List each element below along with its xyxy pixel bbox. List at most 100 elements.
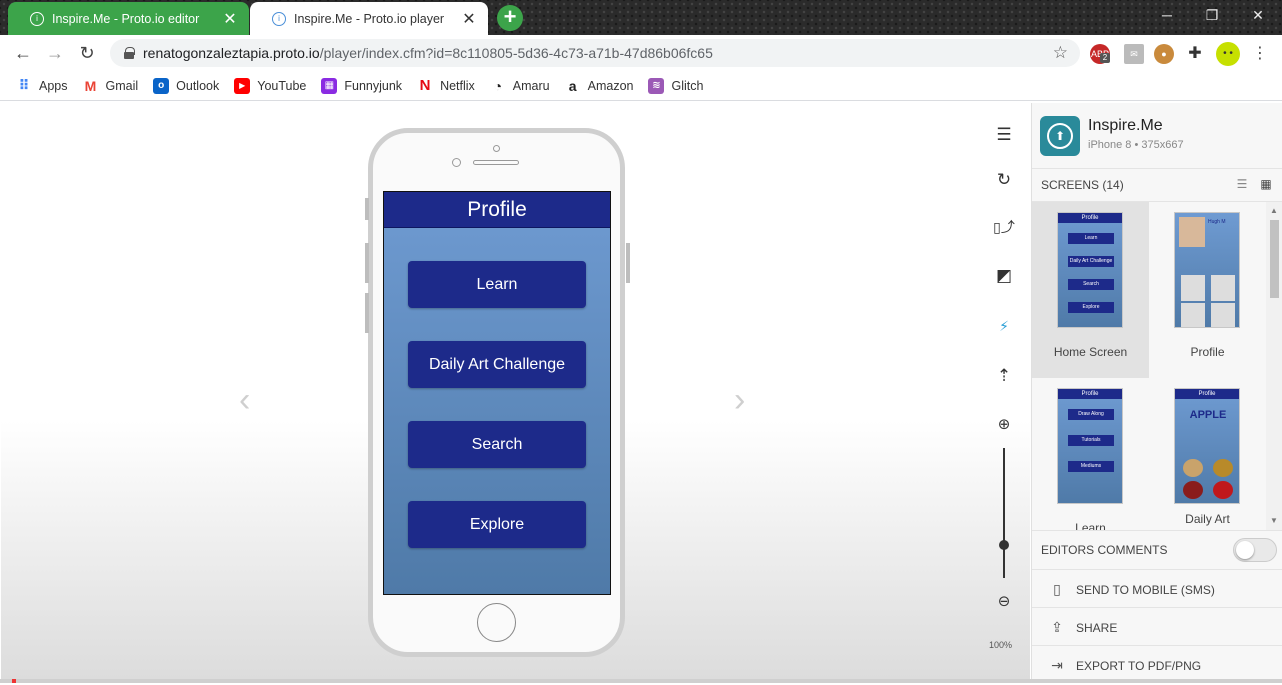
youtube-icon: ▶ [234, 77, 251, 94]
amazon-icon: a [568, 77, 577, 94]
editors-comments-toggle[interactable] [1233, 538, 1277, 562]
forward-arrow-icon[interactable]: → [43, 42, 67, 64]
bookmark-apps[interactable]: ⠿ Apps [16, 77, 68, 94]
screen-thumb-home[interactable]: Profile Learn Daily Art Challenge Search… [1032, 202, 1149, 378]
mini-button: Tutorials [1068, 435, 1114, 446]
mail-extension-icon[interactable]: ✉ [1124, 44, 1144, 64]
prototype-stage: ‹ › Profile Learn Daily Art Challenge Se… [1, 103, 1030, 680]
screens-count-label: SCREENS (14) [1041, 178, 1124, 192]
zoom-in-icon[interactable]: ⊕ [991, 412, 1017, 438]
tab-label: Inspire.Me - Proto.io player [294, 11, 445, 26]
new-tab-button[interactable]: + [497, 5, 523, 31]
screen-thumb-daily-art[interactable]: Profile APPLE Daily Art [1149, 378, 1266, 530]
learn-button[interactable]: Learn [408, 261, 586, 308]
profile-photo-thumb [1179, 217, 1205, 247]
bookmark-amaru[interactable]: ◔ Amaru [490, 78, 550, 94]
mini-button: Draw Along [1068, 409, 1114, 420]
bookmark-label: Outlook [176, 78, 220, 93]
screen-thumb-learn[interactable]: Profile Draw Along Tutorials Mediums Lea… [1032, 378, 1149, 530]
scroll-down-arrow-icon[interactable]: ▼ [1270, 516, 1278, 525]
cookie-extension-icon[interactable]: ● [1154, 44, 1174, 64]
hotspots-toggle-icon[interactable]: ⚡ [991, 313, 1017, 339]
rotate-device-icon[interactable]: ▯⤴ [991, 214, 1017, 240]
zoom-level-label: 100% [989, 640, 1013, 650]
bookmark-outlook[interactable]: o Outlook [153, 77, 220, 94]
phone-volume-up [365, 243, 369, 283]
tab-editor[interactable]: i Inspire.Me - Proto.io editor ✕ [8, 2, 249, 35]
daily-art-challenge-button[interactable]: Daily Art Challenge [408, 341, 586, 388]
next-screen-arrow-icon[interactable]: › [734, 381, 745, 420]
screens-grid: Profile Learn Daily Art Challenge Search… [1032, 202, 1266, 530]
screen-preview: Profile APPLE [1174, 388, 1240, 504]
protoio-favicon-icon: i [272, 11, 286, 26]
search-button[interactable]: Search [408, 421, 586, 468]
scrollbar-thumb[interactable] [1270, 220, 1279, 298]
url-domain: renatogonzaleztapia.proto.io [143, 45, 320, 61]
video-progress-bar [0, 679, 1282, 683]
zoom-out-icon[interactable]: ⊖ [991, 589, 1017, 615]
export-button[interactable]: ⇥ EXPORT TO PDF/PNG [1032, 645, 1282, 683]
adblock-extension-icon[interactable]: ABP2 [1090, 44, 1110, 64]
previous-screen-arrow-icon[interactable]: ‹ [239, 381, 250, 420]
bookmark-label: Apps [39, 78, 68, 93]
bookmark-youtube[interactable]: ▶ YouTube [234, 77, 306, 94]
mini-button: Search [1068, 279, 1114, 290]
phone-speaker [473, 160, 519, 165]
gmail-icon: M [84, 77, 97, 94]
close-tab-icon[interactable]: ✕ [460, 9, 478, 29]
screens-scrollbar[interactable]: ▲ ▼ [1266, 202, 1282, 530]
list-view-icon[interactable]: ☰ [1236, 178, 1248, 190]
apple-sketch-thumb [1183, 481, 1203, 499]
screen-title: Profile [384, 192, 610, 228]
close-tab-icon[interactable]: ✕ [221, 9, 239, 29]
menu-hamburger-icon[interactable]: ☰ [991, 122, 1017, 148]
app-rocket-icon: ⬆ [1040, 116, 1080, 156]
mobile-phone-icon: ▯ [1053, 581, 1061, 597]
explore-button[interactable]: Explore [408, 501, 586, 548]
send-to-mobile-button[interactable]: ▯ SEND TO MOBILE (SMS) [1032, 569, 1282, 607]
scroll-up-arrow-icon[interactable]: ▲ [1270, 206, 1278, 215]
bookmark-funnyjunk[interactable]: ▦ Funnyjunk [321, 77, 402, 94]
back-arrow-icon[interactable]: ← [11, 42, 35, 64]
restore-window-icon[interactable]: ❐ [1197, 7, 1227, 24]
bookmark-glitch[interactable]: ≋ Glitch [648, 77, 703, 94]
adblock-badge: 2 [1100, 53, 1110, 63]
protoio-favicon-icon: i [30, 11, 44, 26]
phone-home-button[interactable] [477, 603, 516, 642]
player-toolbar: ☰ ↻ ▯⤴ ◩ ⚡ ⇡ ⊕ ⊖ 100% [985, 103, 1025, 663]
extensions-puzzle-icon[interactable]: ✚ [1185, 44, 1205, 64]
reload-icon[interactable]: ↻ [75, 42, 99, 64]
iphone-frame: Profile Learn Daily Art Challenge Search… [365, 128, 630, 657]
send-to-mobile-label: SEND TO MOBILE (SMS) [1076, 583, 1215, 597]
tab-player[interactable]: i Inspire.Me - Proto.io player ✕ [250, 2, 488, 35]
mini-button: Daily Art Challenge [1068, 256, 1114, 267]
restart-icon[interactable]: ↻ [991, 167, 1017, 193]
bookmark-star-icon[interactable]: ☆ [1053, 43, 1068, 63]
screen-thumb-label: Profile [1190, 345, 1225, 359]
phone-power-button [626, 243, 630, 283]
screen-thumb-label: Home Screen [1053, 345, 1128, 359]
minimize-window-icon[interactable]: ─ [1152, 7, 1182, 23]
bookmark-gmail[interactable]: M Gmail [83, 78, 139, 94]
bookmark-label: Amaru [512, 78, 550, 93]
amaru-icon: ◔ [493, 77, 503, 94]
screen-thumb-profile[interactable]: Hugh M Profile [1149, 202, 1266, 378]
bookmark-netflix[interactable]: N Netflix [417, 77, 475, 94]
zoom-slider-track[interactable] [1003, 448, 1005, 578]
url-bar[interactable]: renatogonzaleztapia.proto.io/player/inde… [110, 39, 1080, 67]
sketch-thumb [1181, 303, 1205, 327]
bookmark-label: Gmail [105, 78, 139, 93]
profile-avatar-icon[interactable]: • • [1216, 42, 1240, 66]
contrast-toggle-icon[interactable]: ◩ [991, 263, 1017, 289]
zoom-slider-handle[interactable] [999, 540, 1009, 550]
export-label: EXPORT TO PDF/PNG [1076, 659, 1202, 673]
grid-view-icon[interactable]: ▦ [1260, 178, 1272, 190]
mini-button: Learn [1068, 233, 1114, 244]
mini-button: Mediums [1068, 461, 1114, 472]
bookmark-amazon[interactable]: a Amazon [565, 78, 634, 94]
browser-menu-icon[interactable]: ⋮ [1250, 44, 1270, 64]
share-button[interactable]: ⇪ SHARE [1032, 607, 1282, 645]
close-window-icon[interactable]: ✕ [1243, 7, 1273, 24]
upload-icon[interactable]: ⇡ [991, 363, 1017, 389]
sketch-thumb [1211, 303, 1235, 327]
